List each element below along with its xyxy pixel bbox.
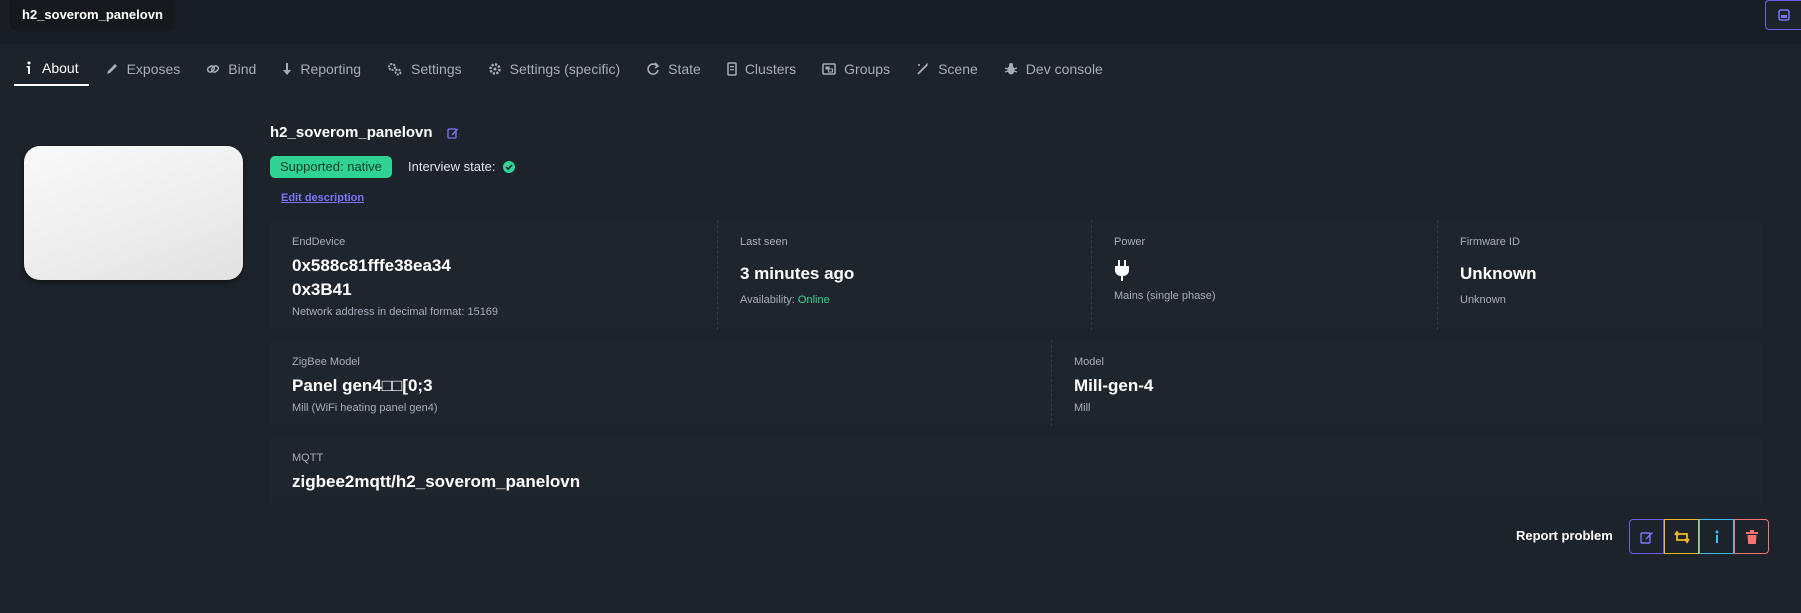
- firmware-value: Unknown: [1460, 264, 1537, 283]
- stat-desc: Mains (single phase): [1114, 290, 1216, 302]
- device-name: h2_soverom_panelovn: [270, 124, 433, 141]
- tab-label: Dev console: [1025, 61, 1103, 77]
- stat-title: Last seen: [740, 236, 788, 248]
- stat-title: Firmware ID: [1460, 236, 1520, 248]
- tab-clusters[interactable]: Clusters: [717, 52, 806, 86]
- tab-label: Reporting: [300, 61, 362, 77]
- tab-label: About: [42, 60, 79, 76]
- magic-wand-icon: [916, 62, 930, 76]
- tab-label: Scene: [938, 61, 978, 77]
- device-name-row: h2_soverom_panelovn: [270, 124, 459, 141]
- tab-label: Settings (specific): [509, 61, 621, 77]
- tab-label: Settings: [411, 61, 462, 77]
- stat-title: MQTT: [292, 452, 324, 464]
- availability-label: Availability:: [740, 294, 795, 306]
- reconfigure-button[interactable]: [1664, 519, 1699, 554]
- availability: Availability: Online: [740, 294, 1069, 306]
- stat-title: ZigBee Model: [292, 356, 360, 368]
- bug-icon: [1004, 62, 1018, 76]
- stat-desc: Mill (WiFi heating panel gen4): [292, 402, 438, 414]
- info-icon: [24, 61, 34, 75]
- tab-label: Groups: [844, 61, 891, 77]
- device-image: [24, 146, 243, 280]
- report-problem-link[interactable]: Report problem: [1516, 528, 1613, 543]
- tab-exposes[interactable]: Exposes: [95, 52, 191, 86]
- availability-value: Online: [797, 294, 830, 306]
- groups-icon: [822, 62, 836, 76]
- delete-device-button[interactable]: [1734, 519, 1769, 554]
- document-icon: [727, 62, 737, 76]
- tab-label: Bind: [228, 61, 257, 77]
- stat-model: Model Mill-gen-4 Mill: [1052, 340, 1762, 426]
- tab-scene[interactable]: Scene: [906, 52, 988, 86]
- stat-desc: Mill: [1074, 402, 1091, 414]
- top-bar: h2_soverom_panelovn: [0, 0, 1801, 44]
- refresh-icon: [646, 62, 660, 76]
- stat-enddevice: EndDevice 0x588c81fffe38ea34 0x3B41 Netw…: [270, 220, 718, 330]
- zigbee-model-value: Panel gen4□□[0;3: [292, 376, 433, 395]
- stat-desc: Network address in decimal format: 15169: [292, 306, 499, 318]
- arrow-down-icon: [282, 62, 292, 76]
- stat-last-seen: Last seen 3 minutes ago Availability: On…: [718, 220, 1092, 330]
- stats-row-model: ZigBee Model Panel gen4□□[0;3 Mill (WiFi…: [270, 340, 1762, 426]
- stat-mqtt: MQTT zigbee2mqtt/h2_soverom_panelovn: [270, 436, 1762, 502]
- tab-dev-console[interactable]: Dev console: [994, 52, 1113, 86]
- info-icon: [1715, 530, 1718, 543]
- interview-label: Interview state:: [408, 159, 496, 174]
- gear-icon: [488, 62, 502, 76]
- stat-firmware: Firmware ID Unknown Unknown: [1438, 220, 1762, 330]
- tab-reporting[interactable]: Reporting: [272, 52, 371, 86]
- network-address: 0x3B41: [292, 280, 352, 299]
- device-actions: [1629, 519, 1769, 554]
- stat-desc: Unknown: [1460, 294, 1506, 306]
- edit-icon: [446, 127, 458, 139]
- link-icon: [206, 62, 220, 76]
- rename-button[interactable]: [446, 127, 459, 139]
- stats-row-mqtt: MQTT zigbee2mqtt/h2_soverom_panelovn: [270, 436, 1762, 502]
- stat-title: Model: [1074, 356, 1104, 368]
- plug-icon: [1114, 260, 1415, 284]
- edit-description-link[interactable]: Edit description: [281, 192, 364, 204]
- tab-label: Exposes: [126, 61, 181, 77]
- last-seen-value: 3 minutes ago: [740, 264, 855, 283]
- tab-state[interactable]: State: [636, 52, 711, 86]
- tab-settings-specific[interactable]: Settings (specific): [478, 52, 630, 86]
- top-right-button[interactable]: [1765, 0, 1801, 30]
- tab-groups[interactable]: Groups: [812, 52, 900, 86]
- tab-label: State: [668, 61, 701, 77]
- cogs-icon: [387, 62, 403, 76]
- device-tabs: About Exposes Bind Reporting Settings Se…: [14, 52, 1119, 86]
- model-value: Mill-gen-4: [1074, 376, 1154, 395]
- stat-title: EndDevice: [292, 236, 346, 248]
- check-circle-icon: [503, 160, 516, 173]
- stats-row-identity: EndDevice 0x588c81fffe38ea34 0x3B41 Netw…: [270, 220, 1762, 330]
- tab-about[interactable]: About: [14, 52, 89, 86]
- tab-label: Clusters: [744, 61, 797, 77]
- stat-title: Power: [1114, 236, 1146, 248]
- inbox-icon: [1777, 9, 1790, 21]
- device-title-tab[interactable]: h2_soverom_panelovn: [10, 0, 175, 30]
- stat-zigbee-model: ZigBee Model Panel gen4□□[0;3 Mill (WiFi…: [270, 340, 1052, 426]
- interview-button[interactable]: [1699, 519, 1734, 554]
- swap-icon: [1673, 529, 1690, 544]
- interview-state: Interview state:: [408, 159, 516, 174]
- rename-device-button[interactable]: [1629, 519, 1664, 554]
- tab-bind[interactable]: Bind: [196, 52, 266, 86]
- edit-icon: [1639, 531, 1653, 544]
- ieee-address: 0x588c81fffe38ea34: [292, 256, 451, 275]
- tab-settings[interactable]: Settings: [377, 52, 472, 86]
- stat-power: Power Mains (single phase): [1092, 220, 1438, 330]
- trash-icon: [1745, 529, 1758, 544]
- mqtt-topic: zigbee2mqtt/h2_soverom_panelovn: [292, 472, 581, 491]
- pencil-icon: [105, 62, 119, 76]
- supported-badge: Supported: native: [270, 156, 392, 178]
